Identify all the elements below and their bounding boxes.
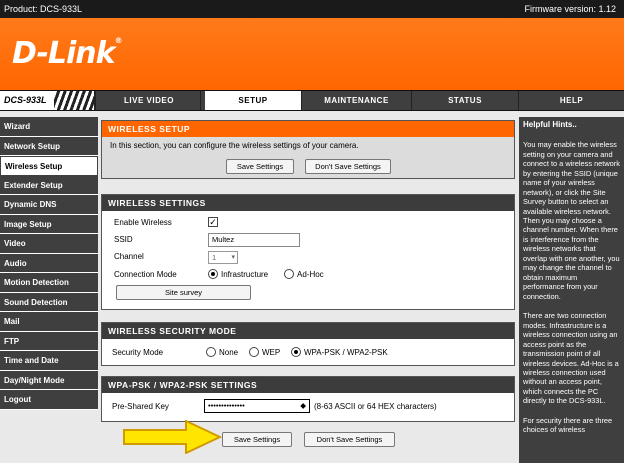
dont-save-settings-button-top[interactable]: Don't Save Settings: [305, 159, 391, 174]
wpa-settings-panel: WPA-PSK / WPA2-PSK SETTINGS Pre-Shared K…: [101, 376, 515, 422]
helpful-hints-panel: Helpful Hints.. You may enable the wirel…: [519, 117, 624, 463]
security-none-label: None: [219, 348, 239, 357]
sidebar-item-wizard[interactable]: Wizard: [0, 117, 98, 137]
wireless-setup-panel: WIRELESS SETUP In this section, you can …: [101, 120, 515, 179]
sidebar-item-network-setup[interactable]: Network Setup: [0, 136, 98, 156]
sidebar-item-day-night-mode[interactable]: Day/Night Mode: [0, 370, 98, 390]
tab-help[interactable]: HELP: [519, 91, 624, 110]
save-settings-button[interactable]: Save Settings: [222, 432, 292, 447]
psk-hint: (8-63 ASCII or 64 HEX characters): [314, 402, 437, 411]
chevron-down-icon: ▾: [231, 254, 235, 261]
sidebar-item-ftp[interactable]: FTP: [0, 331, 98, 351]
product-label: Product: DCS-933L: [4, 4, 83, 14]
tab-maintenance[interactable]: MAINTENANCE: [302, 91, 412, 110]
hints-paragraph-2: There are two connection modes. Infrastr…: [523, 311, 619, 406]
site-survey-button[interactable]: Site survey: [116, 285, 251, 300]
security-mode-title: WIRELESS SECURITY MODE: [102, 323, 514, 339]
channel-label: Channel: [114, 252, 144, 261]
wireless-setup-description: In this section, you can configure the w…: [110, 141, 359, 150]
tab-status[interactable]: STATUS: [412, 91, 519, 110]
save-settings-button-top[interactable]: Save Settings: [226, 159, 294, 174]
security-wpa-label: WPA-PSK / WPA2-PSK: [304, 348, 388, 357]
wireless-settings-panel: WIRELESS SETTINGS Enable Wireless ✓ SSID…: [101, 194, 515, 310]
sidebar-item-audio[interactable]: Audio: [0, 253, 98, 273]
security-none-radio[interactable]: [206, 347, 216, 357]
main-nav: DCS-933L LIVE VIDEO SETUP MAINTENANCE ST…: [0, 90, 624, 111]
tab-live-video[interactable]: LIVE VIDEO: [98, 91, 201, 110]
infrastructure-radio[interactable]: [208, 269, 218, 279]
ssid-label: SSID: [114, 235, 133, 244]
security-mode-label: Security Mode: [112, 348, 164, 357]
infrastructure-label: Infrastructure: [221, 270, 269, 279]
sidebar-item-image-setup[interactable]: Image Setup: [0, 214, 98, 234]
sidebar-item-time-and-date[interactable]: Time and Date: [0, 351, 98, 371]
yellow-arrow-icon: [123, 420, 222, 454]
wpa-settings-title: WPA-PSK / WPA2-PSK SETTINGS: [102, 377, 514, 393]
security-wep-label: WEP: [262, 348, 281, 357]
security-mode-panel: WIRELESS SECURITY MODE Security Mode Non…: [101, 322, 515, 366]
hints-paragraph-1: You may enable the wireless setting on y…: [523, 140, 620, 301]
firmware-label: Firmware version: 1.12: [524, 4, 616, 14]
dlink-logo: D-Link®: [12, 36, 123, 71]
model-label: DCS-933L: [4, 95, 47, 105]
connection-mode-label: Connection Mode: [114, 270, 177, 279]
sidebar-item-wireless-setup[interactable]: Wireless Setup: [0, 156, 98, 176]
model-badge: DCS-933L: [0, 91, 96, 110]
tab-setup[interactable]: SETUP: [205, 91, 302, 110]
sidebar-item-logout[interactable]: Logout: [0, 390, 98, 410]
psk-label: Pre-Shared Key: [112, 402, 169, 411]
sidebar-item-motion-detection[interactable]: Motion Detection: [0, 273, 98, 293]
sidebar: Wizard Network Setup Wireless Setup Exte…: [0, 117, 98, 410]
psk-input[interactable]: •••••••••••••• ◆: [204, 399, 310, 413]
ssid-input[interactable]: Multez: [208, 233, 300, 247]
top-bar: Product: DCS-933L Firmware version: 1.12: [0, 0, 624, 18]
brand-header: D-Link®: [0, 18, 624, 90]
enable-wireless-checkbox[interactable]: ✓: [208, 217, 218, 227]
sidebar-item-sound-detection[interactable]: Sound Detection: [0, 292, 98, 312]
sidebar-item-video[interactable]: Video: [0, 234, 98, 254]
dont-save-settings-button[interactable]: Don't Save Settings: [304, 432, 395, 447]
adhoc-radio[interactable]: [284, 269, 294, 279]
wireless-settings-title: WIRELESS SETTINGS: [102, 195, 514, 211]
wireless-setup-title: WIRELESS SETUP: [102, 121, 514, 137]
security-wep-radio[interactable]: [249, 347, 259, 357]
model-stripes: [54, 91, 94, 110]
main-content: WIRELESS SETUP In this section, you can …: [101, 117, 515, 463]
hints-title: Helpful Hints..: [523, 120, 577, 129]
enable-wireless-label: Enable Wireless: [114, 218, 172, 227]
reveal-password-icon[interactable]: ◆: [300, 400, 306, 412]
sidebar-item-mail[interactable]: Mail: [0, 312, 98, 332]
channel-select[interactable]: 1 ▾: [208, 251, 238, 264]
adhoc-label: Ad-Hoc: [297, 270, 324, 279]
sidebar-item-dynamic-dns[interactable]: Dynamic DNS: [0, 195, 98, 215]
hints-paragraph-3: For security there are three choices of …: [523, 415, 613, 435]
security-wpa-radio[interactable]: [291, 347, 301, 357]
sidebar-item-extender-setup[interactable]: Extender Setup: [0, 175, 98, 195]
